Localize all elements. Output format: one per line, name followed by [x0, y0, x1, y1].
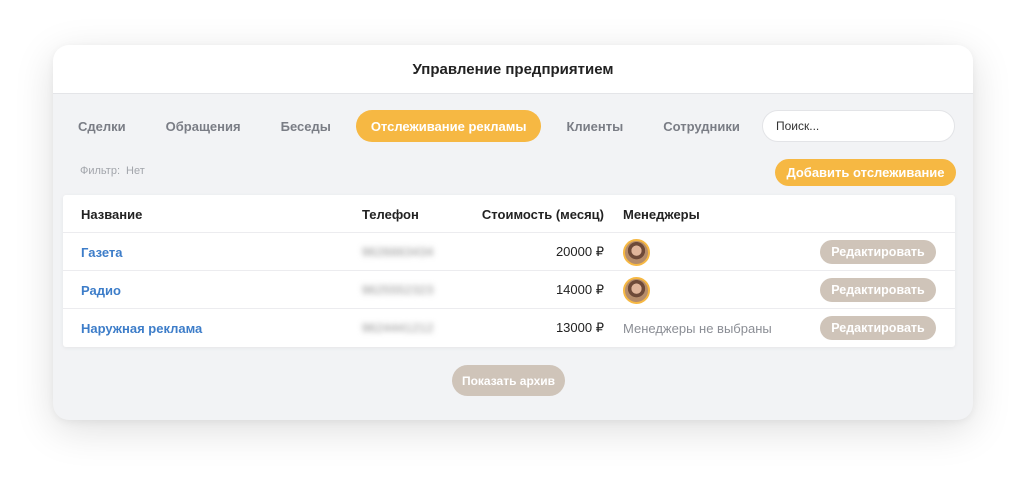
ad-tracking-table: Название Телефон Стоимость (месяц) Менед…: [63, 195, 955, 347]
window-title: Управление предприятием: [53, 45, 973, 94]
row-name-link[interactable]: Газета: [81, 245, 123, 260]
filter-indicator: Фильтр: Нет: [80, 165, 145, 177]
add-tracking-button[interactable]: Добавить отслеживание: [775, 159, 956, 186]
row-cost: 20000 ₽: [555, 244, 604, 259]
column-header-name: Название: [81, 206, 143, 222]
filter-value[interactable]: Нет: [126, 165, 145, 177]
row-cost: 14000 ₽: [555, 282, 604, 297]
show-archive-button[interactable]: Показать архив: [452, 365, 565, 396]
table-header-row: Название Телефон Стоимость (месяц) Менед…: [63, 195, 955, 233]
tab-conversations[interactable]: Беседы: [266, 110, 346, 142]
app-window: Управление предприятием Сделки Обращения…: [53, 45, 973, 420]
tab-employees[interactable]: Сотрудники: [648, 110, 755, 142]
column-header-cost: Стоимость (месяц): [481, 206, 604, 222]
table-row: Газета 9626663434 20000 ₽ Редактировать: [63, 233, 955, 271]
no-managers-text: Менеджеры не выбраны: [623, 320, 772, 336]
row-name-link[interactable]: Радио: [81, 283, 121, 298]
table-row: Наружная реклама 9624441212 13000 ₽ Мене…: [63, 309, 955, 347]
search-input[interactable]: [762, 110, 955, 142]
manager-avatar: [623, 238, 650, 266]
tab-bar: Сделки Обращения Беседы Отслеживание рек…: [63, 110, 765, 142]
column-header-phone: Телефон: [362, 206, 419, 222]
row-phone: 9625552323: [362, 283, 434, 297]
row-cost: 13000 ₽: [555, 320, 604, 335]
tab-requests[interactable]: Обращения: [151, 110, 256, 142]
tab-clients[interactable]: Клиенты: [551, 110, 638, 142]
tab-deals[interactable]: Сделки: [63, 110, 141, 142]
row-name-link[interactable]: Наружная реклама: [81, 321, 202, 336]
table-row: Радио 9625552323 14000 ₽ Редактировать: [63, 271, 955, 309]
edit-button[interactable]: Редактировать: [820, 240, 936, 264]
edit-button[interactable]: Редактировать: [820, 316, 936, 340]
row-phone: 9626663434: [362, 245, 434, 259]
column-header-managers: Менеджеры: [623, 206, 700, 222]
row-phone: 9624441212: [362, 321, 434, 335]
manager-avatar: [623, 276, 650, 304]
edit-button[interactable]: Редактировать: [820, 278, 936, 302]
tab-ad-tracking[interactable]: Отслеживание рекламы: [355, 110, 542, 142]
filter-label: Фильтр:: [80, 165, 121, 177]
